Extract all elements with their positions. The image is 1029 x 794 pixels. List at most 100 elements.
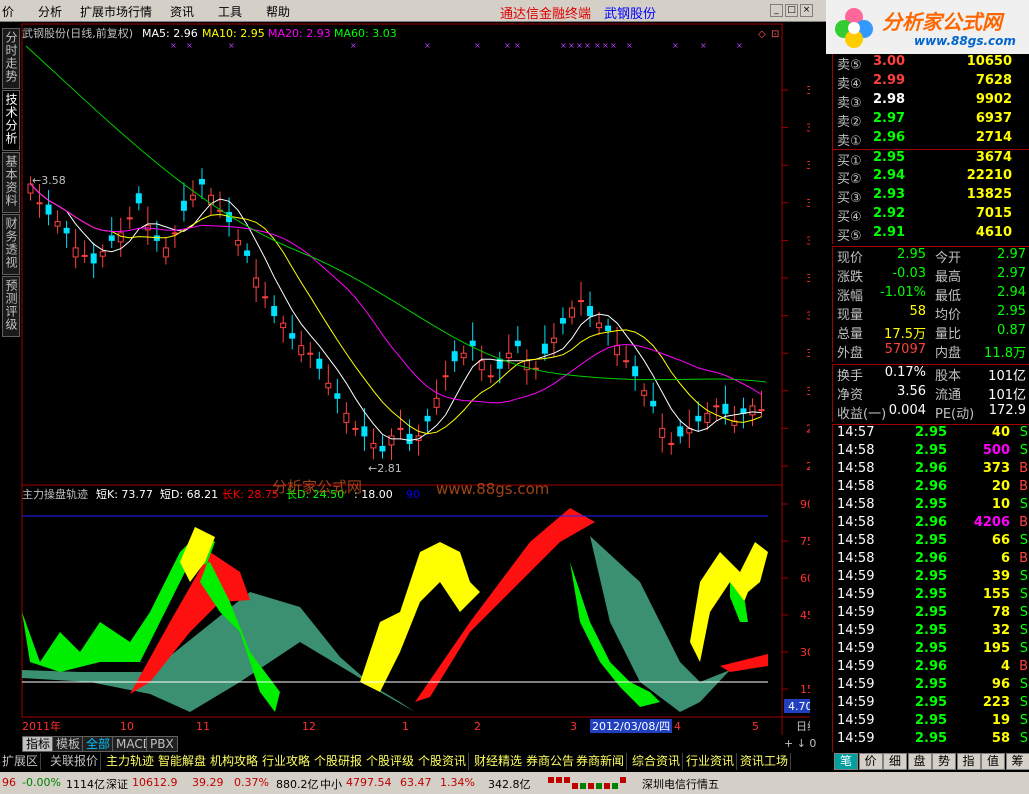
view-tab[interactable]: 指 [956,753,981,770]
tick-row[interactable]: 14:59 2.95 32 S [833,623,1029,641]
tab-all[interactable]: 全部 [82,736,115,752]
ask-row[interactable]: 卖④ 2.99 7628 [833,73,1029,92]
diamond-icon[interactable]: ◇ [758,29,766,40]
function-tab[interactable]: 扩展区 [0,753,42,770]
candle-body [198,178,205,185]
tick-row[interactable]: 14:59 2.95 96 S [833,677,1029,695]
quote-value: -0.03 [892,266,926,281]
view-tab[interactable]: 笔 [834,753,858,770]
function-tab[interactable]: 行业攻略 [260,753,314,770]
function-tab[interactable]: 资讯工场 [738,753,792,770]
candle-body [343,412,350,423]
level-label: 卖④ [837,77,862,92]
tick-price: 2.95 [915,569,948,584]
function-tab[interactable]: 智能解盘 [156,753,210,770]
ask-row[interactable]: 卖① 2.96 2714 [833,130,1029,149]
tick-side: S [1019,695,1028,710]
view-tab[interactable]: 盘 [907,753,932,770]
ask-row[interactable]: 卖⑤ 3.00 10650 [833,54,1029,73]
price-axis-label: 3.00 [806,385,810,398]
menu-tools[interactable]: 工具 [218,3,242,20]
order-book: 卖⑤ 3.00 10650 卖④ 2.99 7628 卖③ 2.98 9902 卖② 2.97 693… [832,54,1029,244]
period-label[interactable]: 日线 [796,719,810,733]
tick-row[interactable]: 14:59 2.95 155 S [833,587,1029,605]
candle-body [541,343,548,354]
quote-row: 外盘 57097 内盘 11.8万 [833,342,1029,361]
function-tab[interactable]: 行业资讯 [684,753,738,770]
menu-extended-market[interactable]: 扩展市场行情 [80,3,152,20]
function-tab[interactable]: 券商公告 [524,753,578,770]
tick-row[interactable]: 14:59 2.95 39 S [833,569,1029,587]
level-label: 买① [837,154,862,169]
menu-news[interactable]: 资讯 [170,3,194,20]
price-axis-label: 3.30 [806,272,810,285]
tick-row[interactable]: 14:57 2.95 40 S [833,425,1029,443]
candle-body [478,360,485,371]
menu-analysis[interactable]: 分析 [38,3,62,20]
tick-price: 2.95 [915,677,948,692]
market-breadth-icon [548,777,626,789]
tick-row[interactable]: 14:59 2.95 78 S [833,605,1029,623]
bid-row[interactable]: 买⑤ 2.91 4610 [833,225,1029,244]
bid-row[interactable]: 买④ 2.92 7015 [833,206,1029,225]
tick-row[interactable]: 14:59 2.95 58 S [833,731,1029,749]
tick-side: S [1019,497,1028,512]
view-tab[interactable]: 价 [858,753,883,770]
tick-row[interactable]: 14:58 2.96 373 B [833,461,1029,479]
bid-row[interactable]: 买② 2.94 22210 [833,168,1029,187]
settings-icon[interactable]: ⊡ [771,29,779,40]
tick-row[interactable]: 14:59 2.96 4 B [833,659,1029,677]
tick-row[interactable]: 14:58 2.96 4206 B [833,515,1029,533]
view-tab[interactable]: 值 [981,753,1005,770]
close-icon[interactable]: × [800,4,813,17]
level-volume: 3674 [975,150,1012,165]
function-tab[interactable]: 主力轨迹 [104,753,158,770]
minimize-icon[interactable]: _ [770,4,783,17]
function-tab[interactable]: 个股评级 [364,753,418,770]
candle-body [695,415,702,422]
ask-row[interactable]: 卖③ 2.98 9902 [833,92,1029,111]
function-tab[interactable]: 综合资讯 [630,753,684,770]
ask-row[interactable]: 卖② 2.97 6937 [833,111,1029,130]
menu-price[interactable]: 价 [2,3,14,20]
x-label: 10 [120,720,134,733]
view-tab[interactable]: 势 [932,753,956,770]
tick-row[interactable]: 14:58 2.95 66 S [833,533,1029,551]
tick-list[interactable]: 14:57 2.95 40 S 14:58 2.95 500 S 14:58 2.96 373 B 14… [832,424,1029,752]
site-logo: 分析家公式网 www.88gs.com [826,0,1029,54]
tick-row[interactable]: 14:58 2.96 6 B [833,551,1029,569]
level-label: 卖② [837,115,862,130]
view-tab[interactable]: 筹 [1005,753,1029,770]
bid-row[interactable]: 买③ 2.93 13825 [833,187,1029,206]
level-price: 2.91 [873,225,906,240]
zoom-controls[interactable]: + ↓ 0 [784,737,816,750]
tick-volume: 195 [982,641,1010,656]
function-tab[interactable]: 个股研报 [312,753,366,770]
function-tab[interactable]: 财经精选 [472,753,526,770]
candle-body [505,352,512,359]
function-tab[interactable]: 个股资讯 [416,753,470,770]
price-axis-label: 3.20 [806,310,810,323]
tick-row[interactable]: 14:58 2.96 20 B [833,479,1029,497]
function-tab[interactable]: 券商新闻 [574,753,628,770]
tab-indicator[interactable]: 指标 [22,736,55,752]
tick-row[interactable]: 14:58 2.95 10 S [833,497,1029,515]
tick-row[interactable]: 14:59 2.95 223 S [833,695,1029,713]
function-tab[interactable]: 机构攻略 [208,753,262,770]
tick-row[interactable]: 14:59 2.95 19 S [833,713,1029,731]
function-tab[interactable]: 关联报价 [48,753,102,770]
view-tab[interactable]: 细 [883,753,907,770]
bid-row[interactable]: 买① 2.95 3674 [833,149,1029,169]
kline-chart[interactable]: 3.80 3.70 3.60 3.50 3.40 3.30 3.20 3.10 3.00 2.90… [0,22,810,735]
tab-template[interactable]: 模板 [52,736,85,752]
candle-body [397,427,404,430]
tab-pbx[interactable]: PBX [146,736,178,752]
quote-row: 总量 17.5万 量比 0.87 [833,323,1029,342]
tick-volume: 32 [991,623,1010,638]
maximize-icon[interactable]: □ [785,4,798,17]
tick-row[interactable]: 14:59 2.95 195 S [833,641,1029,659]
tick-volume: 20 [991,479,1010,494]
tick-row[interactable]: 14:58 2.95 500 S [833,443,1029,461]
tick-price: 2.95 [915,587,948,602]
menu-help[interactable]: 帮助 [266,3,290,20]
